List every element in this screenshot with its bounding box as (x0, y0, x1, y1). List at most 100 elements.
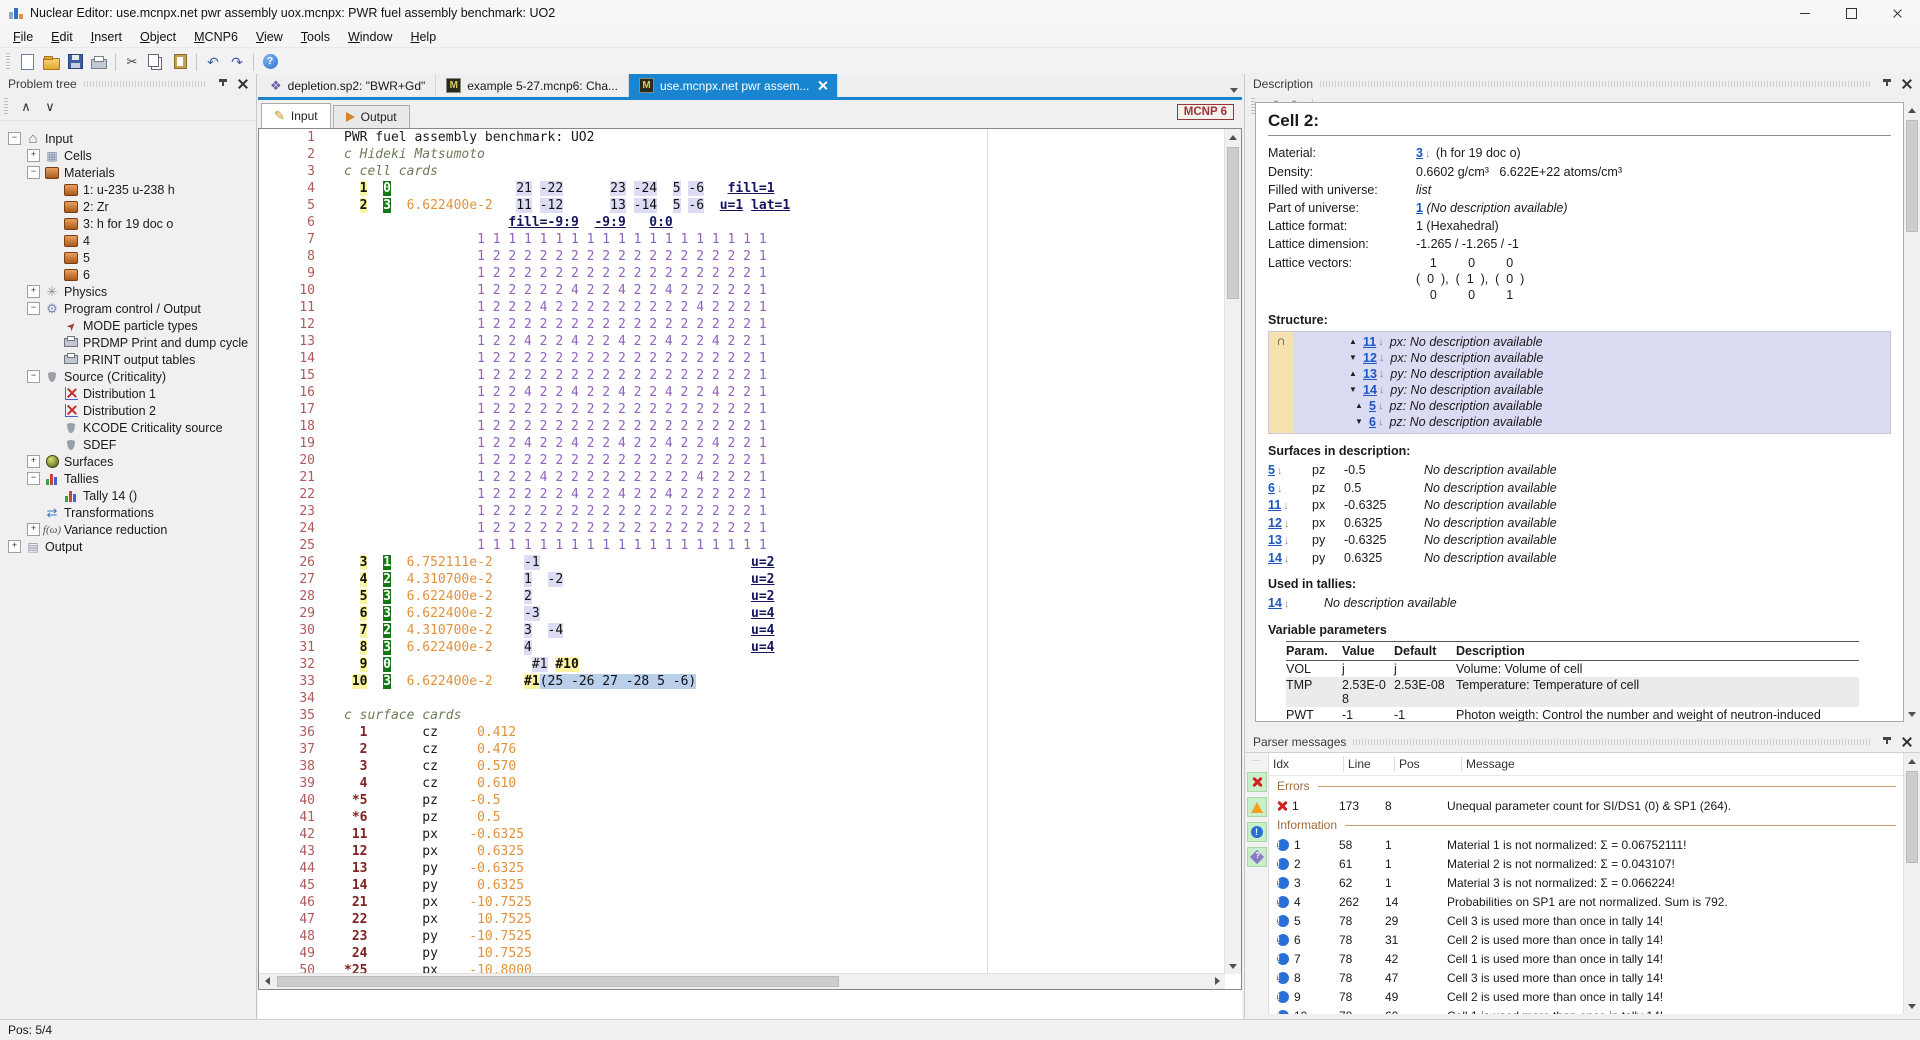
goto-icon[interactable]: ↓ (1376, 334, 1386, 350)
line-code[interactable]: 2 cz 0.476 (326, 741, 516, 758)
parser-row[interactable]: 11738Unequal parameter count for SI/DS1 … (1269, 796, 1904, 815)
tree-item-distribution-1[interactable]: Distribution 1 (0, 385, 256, 402)
doc-tab-1[interactable]: ❖depletion.sp2: "BWR+Gd" (260, 74, 436, 97)
editor-line-13[interactable]: 13 1 2 2 4 2 2 4 2 2 4 2 2 4 2 2 4 2 2 1 (259, 333, 1225, 350)
editor-line-25[interactable]: 25 1 1 1 1 1 1 1 1 1 1 1 1 1 1 1 1 1 1 1 (259, 537, 1225, 554)
collapse-icon[interactable]: − (27, 370, 40, 383)
editor-line-43[interactable]: 43 12 px 0.6325 (259, 843, 1225, 860)
tree-item-materials[interactable]: −Materials (0, 164, 256, 181)
line-code[interactable]: 1 2 2 4 2 2 4 2 2 4 2 2 4 2 2 4 2 2 1 (326, 333, 767, 350)
line-code[interactable]: 1 0 21 -22 23 -24 5 -6 fill=1 (326, 180, 775, 197)
line-code[interactable]: 1 2 2 2 2 2 4 2 2 4 2 2 4 2 2 2 2 2 1 (326, 486, 767, 503)
editor-line-17[interactable]: 17 1 2 2 2 2 2 2 2 2 2 2 2 2 2 2 2 2 2 1 (259, 401, 1225, 418)
filter-warnings-button[interactable] (1247, 797, 1267, 817)
menu-file[interactable]: File (4, 28, 42, 46)
line-code[interactable]: *6 pz 0.5 (326, 809, 501, 826)
editor-line-34[interactable]: 34 (259, 690, 1225, 707)
line-code[interactable]: 3 cz 0.570 (326, 758, 516, 775)
line-code[interactable]: 13 py -0.6325 (326, 860, 524, 877)
scroll-up-icon[interactable] (1904, 753, 1920, 769)
line-code[interactable]: 12 px 0.6325 (326, 843, 524, 860)
tree-item-tally-14[interactable]: Tally 14 () (0, 487, 256, 504)
editor-vertical-scrollbar[interactable] (1224, 129, 1241, 974)
goto-icon[interactable]: ↓ (1282, 518, 1292, 530)
parser-row[interactable]: !57829Cell 3 is used more than once in t… (1269, 911, 1904, 930)
line-code[interactable]: 23 py -10.7525 (326, 928, 532, 945)
scroll-up-icon[interactable] (1225, 129, 1241, 145)
editor-line-18[interactable]: 18 1 2 2 2 2 2 2 2 2 2 2 2 2 2 2 2 2 2 1 (259, 418, 1225, 435)
editor-line-46[interactable]: 46 21 px -10.7525 (259, 894, 1225, 911)
scroll-down-icon[interactable] (1225, 958, 1241, 974)
editor-line-21[interactable]: 21 1 2 2 2 4 2 2 2 2 2 2 2 2 2 4 2 2 2 1 (259, 469, 1225, 486)
line-code[interactable]: 1 1 1 1 1 1 1 1 1 1 1 1 1 1 1 1 1 1 1 (326, 537, 767, 554)
editor-line-14[interactable]: 14 1 2 2 2 2 2 2 2 2 2 2 2 2 2 2 2 2 2 1 (259, 350, 1225, 367)
toolbar-new-file-icon[interactable] (15, 51, 39, 73)
tree-item-mode-particle-types[interactable]: ➤MODE particle types (0, 317, 256, 334)
editor-line-47[interactable]: 47 22 px 10.7525 (259, 911, 1225, 928)
toolbar-undo-icon[interactable]: ↶ (201, 51, 225, 73)
goto-icon[interactable]: ↓ (1376, 414, 1386, 430)
maximize-button[interactable] (1828, 0, 1874, 26)
line-code[interactable]: 22 px 10.7525 (326, 911, 532, 928)
line-code[interactable]: 5 3 6.622400e-2 2 u=2 (326, 588, 775, 605)
tab-output[interactable]: Output (333, 105, 410, 128)
line-code[interactable]: 4 2 4.310700e-2 1 -2 u=2 (326, 571, 775, 588)
menu-tools[interactable]: Tools (292, 28, 339, 46)
expand-icon[interactable]: + (8, 540, 21, 553)
line-code[interactable]: 3 1 6.752111e-2 -1 u=2 (326, 554, 775, 571)
parser-scrollbar[interactable] (1903, 753, 1920, 1014)
line-code[interactable]: 2 3 6.622400e-2 11 -12 13 -14 5 -6 u=1 l… (326, 197, 790, 214)
goto-icon[interactable]: ↓ (1281, 500, 1291, 512)
tally-link[interactable]: 14 (1268, 596, 1282, 610)
collapse-icon[interactable]: − (27, 472, 40, 485)
line-code[interactable]: 1 2 2 2 4 2 2 2 2 2 2 2 2 2 4 2 2 2 1 (326, 299, 767, 316)
goto-icon[interactable]: ↓ (1377, 382, 1387, 398)
tree-item-4[interactable]: 4 (0, 232, 256, 249)
editor-line-22[interactable]: 22 1 2 2 2 2 2 4 2 2 4 2 2 4 2 2 2 2 2 1 (259, 486, 1225, 503)
surface-link[interactable]: 12 (1363, 350, 1377, 366)
tree-item-6[interactable]: 6 (0, 266, 256, 283)
editor-line-26[interactable]: 26 3 1 6.752111e-2 -1 u=2 (259, 554, 1225, 571)
expand-icon[interactable]: + (27, 455, 40, 468)
line-code[interactable]: 24 py 10.7525 (326, 945, 532, 962)
pin-icon[interactable] (1882, 736, 1893, 749)
editor-line-8[interactable]: 8 1 2 2 2 2 2 2 2 2 2 2 2 2 2 2 2 2 2 1 (259, 248, 1225, 265)
close-tab-icon[interactable] (818, 81, 827, 90)
tree-item-kcode-criticality-source[interactable]: KCODE Criticality source (0, 419, 256, 436)
parser-row[interactable]: !3621Material 3 is not normalized: Σ = 0… (1269, 873, 1904, 892)
close-panel-icon[interactable] (1902, 79, 1912, 89)
line-code[interactable]: c Hideki Matsumoto (326, 146, 485, 163)
doc-tab-2[interactable]: Mexample 5-27.mcnp6: Cha... (436, 74, 629, 97)
parser-row[interactable]: !77842Cell 1 is used more than once in t… (1269, 949, 1904, 968)
toolbar-help-icon[interactable]: ? (258, 51, 282, 73)
tree-item-program-control-output[interactable]: −⚙Program control / Output (0, 300, 256, 317)
tree-item-2-zr[interactable]: 2: Zr (0, 198, 256, 215)
editor-line-48[interactable]: 48 23 py -10.7525 (259, 928, 1225, 945)
menu-help[interactable]: Help (401, 28, 445, 46)
editor-line-45[interactable]: 45 14 py 0.6325 (259, 877, 1225, 894)
parser-row[interactable]: !87847Cell 3 is used more than once in t… (1269, 968, 1904, 987)
toolbar-copy-icon[interactable] (144, 51, 168, 73)
surface-link[interactable]: 6 (1369, 414, 1376, 430)
editor-line-28[interactable]: 28 5 3 6.622400e-2 2 u=2 (259, 588, 1225, 605)
line-code[interactable]: 1 2 2 2 2 2 2 2 2 2 2 2 2 2 2 2 2 2 1 (326, 265, 767, 282)
editor-line-49[interactable]: 49 24 py 10.7525 (259, 945, 1225, 962)
filter-info-button[interactable]: ! (1247, 822, 1267, 842)
line-code[interactable]: 6 3 6.622400e-2 -3 u=4 (326, 605, 775, 622)
scroll-right-icon[interactable] (1209, 973, 1225, 989)
tree-item-cells[interactable]: +▦Cells (0, 147, 256, 164)
parser-row[interactable]: !97849Cell 2 is used more than once in t… (1269, 987, 1904, 1006)
parser-group-information[interactable]: Information (1269, 815, 1904, 835)
tree-item-1-u-235-u-238-h[interactable]: 1: u-235 u-238 h (0, 181, 256, 198)
editor-line-23[interactable]: 23 1 2 2 2 2 2 2 2 2 2 2 2 2 2 2 2 2 2 1 (259, 503, 1225, 520)
editor-line-7[interactable]: 7 1 1 1 1 1 1 1 1 1 1 1 1 1 1 1 1 1 1 1 (259, 231, 1225, 248)
pin-icon[interactable] (1882, 78, 1893, 91)
expand-icon[interactable]: + (27, 523, 40, 536)
line-code[interactable]: 1 2 2 2 2 2 2 2 2 2 2 2 2 2 2 2 2 2 1 (326, 418, 767, 435)
editor-line-36[interactable]: 36 1 cz 0.412 (259, 724, 1225, 741)
goto-icon[interactable]: ↓ (1377, 350, 1387, 366)
surface-link[interactable]: 11 (1268, 498, 1281, 512)
editor-line-38[interactable]: 38 3 cz 0.570 (259, 758, 1225, 775)
editor-line-24[interactable]: 24 1 2 2 2 2 2 2 2 2 2 2 2 2 2 2 2 2 2 1 (259, 520, 1225, 537)
toolbar-cut-icon[interactable]: ✂ (120, 51, 144, 73)
